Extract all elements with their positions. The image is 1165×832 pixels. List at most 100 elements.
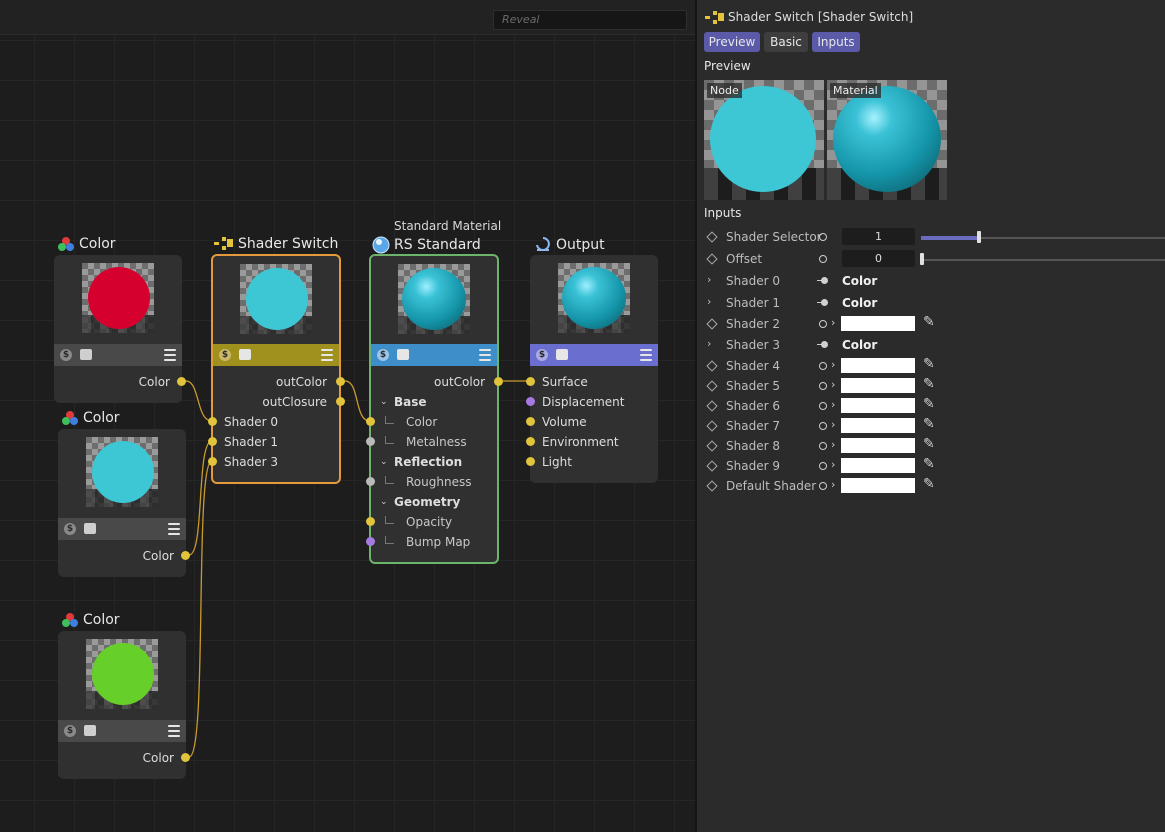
chevron-right-icon[interactable]: › bbox=[831, 438, 835, 451]
output-node[interactable]: $ Surface Displacement Volume Environmen… bbox=[526, 255, 658, 483]
eyedropper-icon[interactable]: ✎ bbox=[923, 416, 935, 432]
eyedropper-icon[interactable]: ✎ bbox=[923, 476, 935, 492]
chevron-right-icon[interactable]: › bbox=[831, 478, 835, 491]
shader-selector-slider-knob[interactable] bbox=[977, 231, 981, 243]
keyframe-icon[interactable] bbox=[706, 253, 718, 265]
image-icon[interactable] bbox=[556, 349, 568, 360]
shader3-input-port[interactable] bbox=[208, 457, 217, 466]
chevron-right-icon[interactable]: › bbox=[831, 378, 835, 391]
shader-9-color-swatch[interactable] bbox=[841, 458, 915, 473]
connected-port-icon[interactable] bbox=[821, 277, 828, 284]
menu-icon[interactable] bbox=[164, 349, 176, 361]
tab-preview[interactable]: Preview bbox=[704, 32, 760, 52]
dollar-icon[interactable]: $ bbox=[536, 349, 548, 361]
image-icon[interactable] bbox=[84, 725, 96, 736]
dollar-icon[interactable]: $ bbox=[60, 349, 72, 361]
image-icon[interactable] bbox=[84, 523, 96, 534]
port-toggle-icon[interactable] bbox=[819, 422, 827, 430]
shader-switch-node[interactable]: $ outColor outClosure Shader 0 Shader 1 … bbox=[208, 254, 345, 484]
keyframe-icon[interactable] bbox=[706, 440, 718, 452]
shader1-input-port[interactable] bbox=[208, 437, 217, 446]
keyframe-icon[interactable] bbox=[706, 420, 718, 432]
color-output-port[interactable] bbox=[181, 551, 190, 560]
color-output-port[interactable] bbox=[181, 753, 190, 762]
light-input-port[interactable] bbox=[526, 457, 535, 466]
bumpmap-input-port[interactable] bbox=[366, 537, 375, 546]
default-shader-color-swatch[interactable] bbox=[841, 478, 915, 493]
keyframe-icon[interactable] bbox=[706, 360, 718, 372]
chevron-down-icon[interactable]: ⌄ bbox=[380, 397, 388, 407]
shader0-input-port[interactable] bbox=[208, 417, 217, 426]
tab-basic[interactable]: Basic bbox=[764, 32, 808, 52]
shader-selector-field[interactable]: 1 bbox=[842, 228, 915, 245]
outcolor-port[interactable] bbox=[336, 377, 345, 386]
keyframe-icon[interactable] bbox=[706, 380, 718, 392]
shader-0-link[interactable]: Color bbox=[842, 274, 877, 288]
eyedropper-icon[interactable]: ✎ bbox=[923, 376, 935, 392]
metalness-input-port[interactable] bbox=[366, 437, 375, 446]
eyedropper-icon[interactable]: ✎ bbox=[923, 314, 935, 330]
shader-3-link[interactable]: Color bbox=[842, 338, 877, 352]
color-input-port[interactable] bbox=[366, 417, 375, 426]
port-toggle-icon[interactable] bbox=[819, 402, 827, 410]
eyedropper-icon[interactable]: ✎ bbox=[923, 396, 935, 412]
opacity-input-port[interactable] bbox=[366, 517, 375, 526]
material-preview[interactable]: Material bbox=[827, 80, 947, 200]
node-preview[interactable]: Node bbox=[704, 80, 824, 200]
menu-icon[interactable] bbox=[168, 523, 180, 535]
image-icon[interactable] bbox=[80, 349, 92, 360]
shader-7-color-swatch[interactable] bbox=[841, 418, 915, 433]
connected-port-icon[interactable] bbox=[821, 299, 828, 306]
chevron-right-icon[interactable]: › bbox=[831, 358, 835, 371]
menu-icon[interactable] bbox=[168, 725, 180, 737]
menu-icon[interactable] bbox=[640, 349, 652, 361]
dollar-icon[interactable]: $ bbox=[377, 349, 389, 361]
port-toggle-icon[interactable] bbox=[819, 255, 827, 263]
menu-icon[interactable] bbox=[479, 349, 491, 361]
eyedropper-icon[interactable]: ✎ bbox=[923, 456, 935, 472]
port-toggle-icon[interactable] bbox=[819, 362, 827, 370]
color-node-red[interactable]: $ Color bbox=[54, 255, 186, 403]
environment-input-port[interactable] bbox=[526, 437, 535, 446]
rs-standard-node[interactable]: $ outColor ⌄ Base Color Metalness ⌄ Refl… bbox=[366, 254, 503, 564]
roughness-input-port[interactable] bbox=[366, 477, 375, 486]
offset-slider-knob[interactable] bbox=[920, 253, 924, 265]
shader-1-link[interactable]: Color bbox=[842, 296, 877, 310]
menu-icon[interactable] bbox=[321, 349, 333, 361]
outclosure-port[interactable] bbox=[336, 397, 345, 406]
color-node-cyan[interactable]: $ Color bbox=[58, 429, 190, 577]
chevron-right-icon[interactable]: › bbox=[707, 337, 711, 350]
image-icon[interactable] bbox=[397, 349, 409, 360]
chevron-right-icon[interactable]: › bbox=[831, 316, 835, 329]
dollar-icon[interactable]: $ bbox=[219, 349, 231, 361]
port-toggle-icon[interactable] bbox=[819, 382, 827, 390]
shader-4-color-swatch[interactable] bbox=[841, 358, 915, 373]
eyedropper-icon[interactable]: ✎ bbox=[923, 436, 935, 452]
color-node-green[interactable]: $ Color bbox=[58, 631, 190, 779]
keyframe-icon[interactable] bbox=[706, 318, 718, 330]
shader-5-color-swatch[interactable] bbox=[841, 378, 915, 393]
keyframe-icon[interactable] bbox=[706, 231, 718, 243]
port-toggle-icon[interactable] bbox=[819, 320, 827, 328]
displacement-input-port[interactable] bbox=[526, 397, 535, 406]
color-output-port[interactable] bbox=[177, 377, 186, 386]
shader-6-color-swatch[interactable] bbox=[841, 398, 915, 413]
volume-input-port[interactable] bbox=[526, 417, 535, 426]
shader-8-color-swatch[interactable] bbox=[841, 438, 915, 453]
offset-slider[interactable] bbox=[921, 259, 1165, 261]
node-editor-canvas[interactable]: Reveal Color $ Color Color $ Color Color… bbox=[0, 0, 695, 832]
keyframe-icon[interactable] bbox=[706, 460, 718, 472]
keyframe-icon[interactable] bbox=[706, 400, 718, 412]
surface-input-port[interactable] bbox=[526, 377, 535, 386]
port-toggle-icon[interactable] bbox=[819, 462, 827, 470]
port-toggle-icon[interactable] bbox=[819, 442, 827, 450]
chevron-right-icon[interactable]: › bbox=[707, 273, 711, 286]
chevron-down-icon[interactable]: ⌄ bbox=[380, 497, 388, 507]
dollar-icon[interactable]: $ bbox=[64, 725, 76, 737]
dollar-icon[interactable]: $ bbox=[64, 523, 76, 535]
chevron-right-icon[interactable]: › bbox=[831, 458, 835, 471]
chevron-right-icon[interactable]: › bbox=[707, 295, 711, 308]
chevron-right-icon[interactable]: › bbox=[831, 398, 835, 411]
outcolor-port[interactable] bbox=[494, 377, 503, 386]
keyframe-icon[interactable] bbox=[706, 480, 718, 492]
